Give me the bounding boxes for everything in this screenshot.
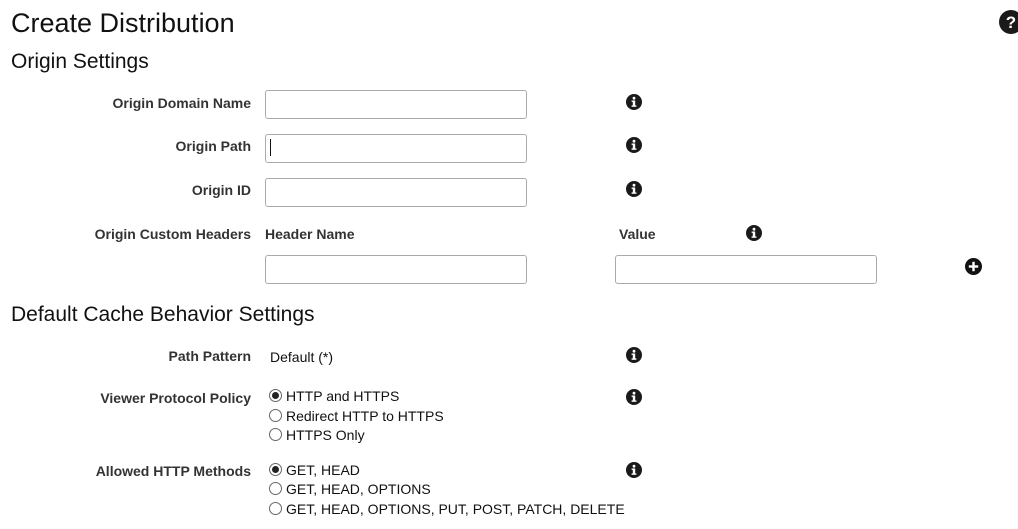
radio-label: GET, HEAD, OPTIONS	[286, 480, 431, 497]
radio-label: HTTP and HTTPS	[286, 387, 400, 404]
origin-id-label: Origin ID	[191, 182, 251, 198]
radio-option-https-only[interactable]: HTTPS Only	[269, 425, 365, 444]
value-column-label: Value	[619, 226, 656, 242]
allowed-http-methods-label: Allowed HTTP Methods	[95, 463, 251, 479]
info-icon[interactable]	[626, 181, 642, 197]
origin-custom-headers-label: Origin Custom Headers	[94, 226, 251, 242]
radio-option-get-head[interactable]: GET, HEAD	[269, 460, 360, 479]
radio-option-all-methods[interactable]: GET, HEAD, OPTIONS, PUT, POST, PATCH, DE…	[269, 499, 625, 518]
origin-id-input[interactable]	[265, 178, 527, 207]
radio-button[interactable]	[269, 502, 282, 515]
radio-label: HTTPS Only	[286, 426, 365, 443]
radio-option-http-and-https[interactable]: HTTP and HTTPS	[269, 386, 399, 405]
radio-button-selected[interactable]	[269, 389, 282, 402]
info-icon[interactable]	[626, 389, 642, 405]
header-name-input[interactable]	[265, 255, 527, 284]
cache-behavior-heading: Default Cache Behavior Settings	[11, 303, 315, 326]
radio-option-get-head-options[interactable]: GET, HEAD, OPTIONS	[269, 479, 431, 498]
radio-button[interactable]	[269, 428, 282, 441]
header-name-column-label: Header Name	[265, 226, 355, 242]
help-icon[interactable]: ?	[999, 10, 1018, 34]
text-cursor	[270, 139, 271, 156]
origin-domain-name-label: Origin Domain Name	[112, 95, 251, 111]
origin-domain-name-input[interactable]	[265, 90, 527, 119]
radio-label: GET, HEAD	[286, 461, 360, 478]
info-icon[interactable]	[746, 225, 762, 241]
radio-button[interactable]	[269, 482, 282, 495]
origin-settings-heading: Origin Settings	[11, 50, 149, 73]
svg-text:?: ?	[1006, 13, 1016, 32]
radio-option-redirect-http-to-https[interactable]: Redirect HTTP to HTTPS	[269, 406, 444, 425]
info-icon[interactable]	[626, 462, 642, 478]
radio-label: Redirect HTTP to HTTPS	[286, 407, 444, 424]
header-value-input[interactable]	[615, 255, 877, 284]
radio-button[interactable]	[269, 409, 282, 422]
radio-label: GET, HEAD, OPTIONS, PUT, POST, PATCH, DE…	[286, 500, 625, 517]
path-pattern-label: Path Pattern	[168, 348, 251, 364]
origin-path-label: Origin Path	[175, 138, 251, 154]
page-title: Create Distribution	[11, 8, 235, 38]
radio-button-selected[interactable]	[269, 463, 282, 476]
info-icon[interactable]	[626, 347, 642, 363]
info-icon[interactable]	[626, 137, 642, 153]
path-pattern-value: Default (*)	[270, 349, 334, 365]
origin-path-input[interactable]	[265, 134, 527, 163]
viewer-protocol-policy-label: Viewer Protocol Policy	[100, 390, 251, 406]
add-header-icon[interactable]	[965, 258, 982, 275]
info-icon[interactable]	[626, 94, 642, 110]
